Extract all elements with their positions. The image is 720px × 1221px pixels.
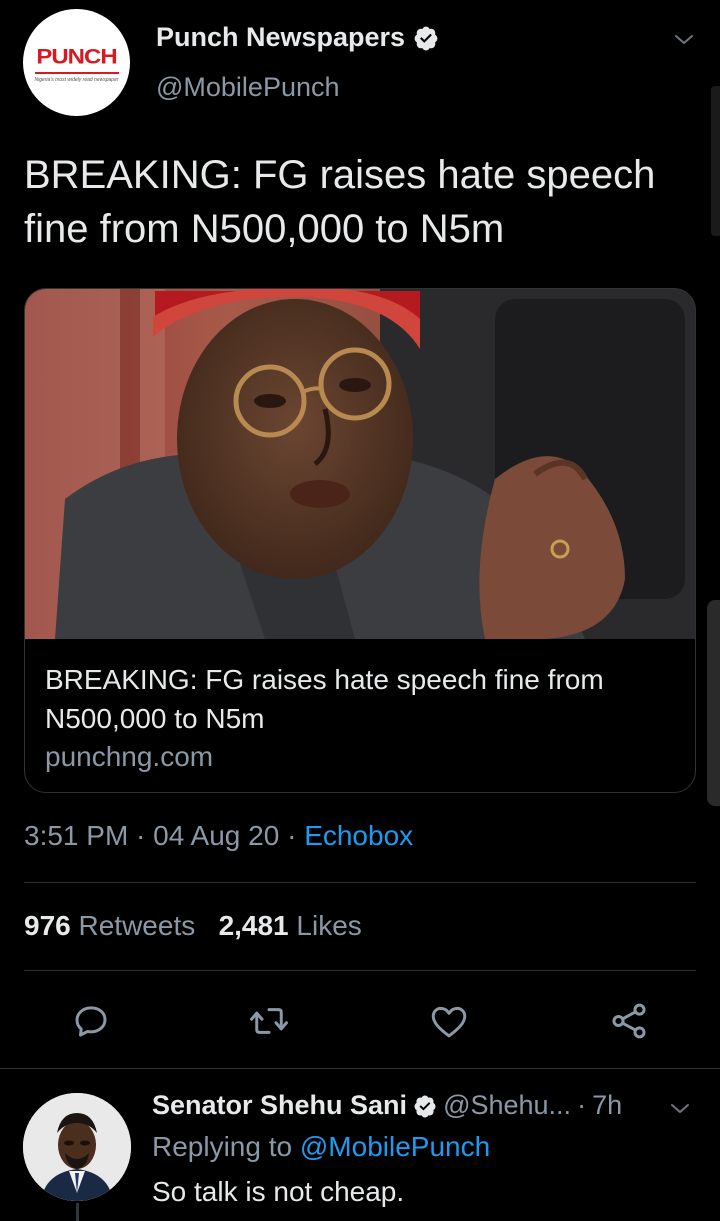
tweet-date[interactable]: 04 Aug 20 — [153, 820, 279, 851]
reply-author-name[interactable]: Senator Shehu Sani — [152, 1090, 407, 1121]
verified-badge-icon — [414, 1095, 436, 1117]
card-image — [25, 289, 695, 639]
divider — [24, 970, 696, 971]
verified-badge-icon — [414, 26, 438, 50]
logo-tagline: Nigeria's most widely read newspaper — [34, 76, 119, 83]
likes-count: 2,481 — [218, 910, 289, 941]
tweet-separator — [0, 1068, 720, 1069]
author-name-row[interactable]: Punch Newspapers — [156, 22, 439, 53]
card-domain: punchng.com — [45, 741, 214, 772]
retweets-count: 976 — [24, 910, 71, 941]
chevron-down-icon[interactable] — [668, 1097, 692, 1121]
reply-text: So talk is not cheap. — [152, 1176, 405, 1207]
meta-separator: · — [128, 820, 154, 851]
reply-author-handle[interactable]: @Shehu... — [443, 1090, 571, 1121]
share-icon — [612, 1003, 646, 1039]
retweets-label: Retweets — [78, 910, 196, 941]
retweet-icon — [250, 1008, 288, 1034]
replying-mention[interactable]: @MobilePunch — [300, 1131, 490, 1162]
link-card[interactable]: BREAKING: FG raises hate speech fine fro… — [24, 288, 696, 793]
scrollbar-track[interactable] — [711, 86, 720, 236]
punch-avatar[interactable]: PUNCH Nigeria's most widely read newspap… — [23, 9, 130, 116]
replying-to: Replying to @MobilePunch — [152, 1131, 490, 1163]
retweets-stat[interactable]: 976 Retweets — [24, 910, 195, 941]
chevron-down-icon[interactable] — [672, 28, 696, 52]
meta-separator: · — [279, 820, 305, 851]
author-handle[interactable]: @MobilePunch — [156, 72, 340, 103]
reply-button[interactable] — [70, 1000, 112, 1042]
divider — [24, 882, 696, 883]
share-button[interactable] — [608, 1000, 650, 1042]
likes-stat[interactable]: 2,481 Likes — [219, 910, 362, 941]
punch-logo-text: PUNCH — [36, 43, 117, 69]
tweet-time[interactable]: 3:51 PM — [24, 820, 128, 851]
scrollbar-thumb[interactable] — [707, 600, 720, 806]
meta-separator: · — [577, 1090, 587, 1120]
retweet-button[interactable] — [248, 1000, 290, 1042]
reply-age[interactable]: 7h — [592, 1090, 622, 1121]
logo-underline — [34, 71, 119, 74]
like-icon — [431, 1006, 467, 1038]
tweet-meta: 3:51 PM · 04 Aug 20 · Echobox — [24, 820, 413, 852]
like-button[interactable] — [428, 1000, 470, 1042]
reply-icon — [75, 1006, 107, 1037]
thread-line — [76, 1203, 79, 1221]
card-title: BREAKING: FG raises hate speech fine fro… — [45, 664, 604, 734]
reply-avatar-photo — [23, 1093, 131, 1201]
card-photo — [25, 289, 695, 639]
tweet-text: BREAKING: FG raises hate speech fine fro… — [24, 153, 656, 251]
replying-prefix: Replying to — [152, 1131, 293, 1162]
likes-label: Likes — [296, 910, 362, 941]
reply-header: Senator Shehu Sani @Shehu... · 7h — [152, 1090, 622, 1121]
reply-avatar[interactable] — [23, 1093, 131, 1201]
author-name[interactable]: Punch Newspapers — [156, 22, 405, 53]
tweet-stats: 976 Retweets 2,481 Likes — [24, 910, 362, 942]
tweet-source[interactable]: Echobox — [304, 820, 413, 851]
